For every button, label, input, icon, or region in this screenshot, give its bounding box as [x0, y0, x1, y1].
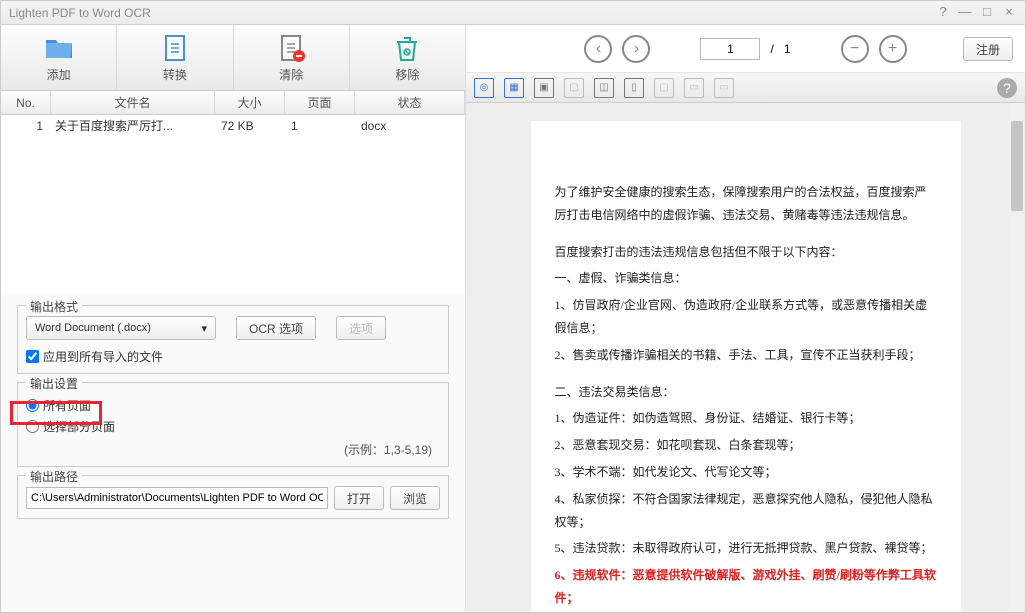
- output-path-legend: 输出路径: [26, 468, 82, 485]
- convert-button[interactable]: 转换: [117, 25, 233, 90]
- view-grid-icon[interactable]: ▦: [504, 78, 524, 98]
- doc-s1b: 1、仿冒政府/企业官网、伪造政府/企业联系方式等，或恶意传播相关虚假信息；: [555, 294, 937, 340]
- preview-scrollbar[interactable]: [1009, 103, 1025, 612]
- view-mode-5-icon[interactable]: ◫: [594, 78, 614, 98]
- add-button[interactable]: 添加: [1, 25, 117, 90]
- view-disabled-1-icon: ▢: [564, 78, 584, 98]
- trash-icon: [391, 32, 423, 64]
- col-file[interactable]: 文件名: [51, 91, 215, 114]
- view-disabled-2-icon: ▢: [654, 78, 674, 98]
- doc-p1: 为了维护安全健康的搜索生态，保障搜索用户的合法权益，百度搜索严厉打击电信网络中的…: [555, 181, 937, 227]
- view-mode-6-icon[interactable]: ▯: [624, 78, 644, 98]
- pages-example: (示例：1,3-5,19): [26, 441, 440, 458]
- file-table-header: No. 文件名 大小 页面 状态: [1, 91, 465, 115]
- open-button[interactable]: 打开: [334, 486, 384, 510]
- left-toolbar: 添加 转换 清除 移除: [1, 25, 465, 91]
- partial-pages-radio[interactable]: [26, 420, 39, 433]
- view-disabled-4-icon: ▭: [714, 78, 734, 98]
- ocr-options-button[interactable]: OCR 选项: [236, 316, 316, 340]
- zoom-in-button[interactable]: +: [879, 35, 907, 63]
- doc-s1c: 2、售卖或传播诈骗相关的书籍、手法、工具，宣传不正当获利手段；: [555, 344, 937, 367]
- format-selected: Word Document (.docx): [35, 322, 151, 334]
- output-format-group: 输出格式 Word Document (.docx) ▾ OCR 选项 选项 应…: [17, 305, 449, 374]
- document-icon: [159, 32, 191, 64]
- clear-button[interactable]: 清除: [234, 25, 350, 90]
- zoom-out-button[interactable]: −: [841, 35, 869, 63]
- title-bar: Lighten PDF to Word OCR ? — □ ×: [1, 1, 1025, 25]
- preview-help-icon[interactable]: ?: [997, 78, 1017, 98]
- folder-icon: [43, 32, 75, 64]
- cell-no: 1: [1, 115, 51, 137]
- all-pages-radio[interactable]: [26, 399, 39, 412]
- col-page[interactable]: 页面: [285, 91, 355, 114]
- col-no[interactable]: No.: [1, 91, 51, 114]
- doc-p2: 百度搜索打击的违法违规信息包括但不限于以下内容：: [555, 241, 937, 264]
- doc-s1a: 一、虚假、诈骗类信息：: [555, 267, 937, 290]
- scrollbar-thumb[interactable]: [1011, 121, 1023, 211]
- clear-icon: [275, 32, 307, 64]
- view-disabled-3-icon: ▭: [684, 78, 704, 98]
- view-mode-3-icon[interactable]: ▣: [534, 78, 554, 98]
- view-mode-1-icon[interactable]: ◎: [474, 78, 494, 98]
- convert-label: 转换: [163, 66, 187, 83]
- preview-nav: ‹ › / 1 − + 注册: [466, 25, 1025, 73]
- register-button[interactable]: 注册: [963, 37, 1013, 61]
- clear-label: 清除: [279, 66, 303, 83]
- output-path-group: 输出路径 打开 浏览: [17, 475, 449, 519]
- partial-pages-label: 选择部分页面: [43, 418, 115, 435]
- page-number-input[interactable]: [700, 38, 760, 60]
- browse-button[interactable]: 浏览: [390, 486, 440, 510]
- add-label: 添加: [47, 66, 71, 83]
- doc-s2c: 2、恶意套现交易：如花呗套现、白条套现等；: [555, 434, 937, 457]
- cell-status: docx: [355, 115, 465, 137]
- page-sep: /: [770, 42, 773, 56]
- cell-page: 1: [285, 115, 355, 137]
- apply-all-label: 应用到所有导入的文件: [43, 348, 163, 365]
- page-total: 1: [784, 42, 791, 56]
- prev-page-button[interactable]: ‹: [584, 35, 612, 63]
- output-settings-group: 输出设置 所有页面 选择部分页面 (示例：1,3-5,19): [17, 382, 449, 467]
- output-settings-legend: 输出设置: [26, 375, 82, 392]
- all-pages-label: 所有页面: [43, 397, 91, 414]
- doc-s2f: 5、违法贷款：未取得政府认可，进行无抵押贷款、黑户贷款、裸贷等；: [555, 537, 937, 560]
- format-select[interactable]: Word Document (.docx) ▾: [26, 316, 216, 340]
- help-icon[interactable]: ?: [935, 5, 951, 21]
- next-page-button[interactable]: ›: [622, 35, 650, 63]
- cell-file: 关于百度搜索严厉打...: [51, 115, 215, 137]
- cell-size: 72 KB: [215, 115, 285, 137]
- file-table-body: 1 关于百度搜索严厉打... 72 KB 1 docx: [1, 115, 465, 295]
- doc-s2b: 1、伪造证件：如伪造驾照、身份证、结婚证、银行卡等；: [555, 407, 937, 430]
- doc-s2g: 6、违规软件：恶意提供软件破解版、游戏外挂、刷赞/刷粉等作弊工具软件；: [555, 564, 937, 610]
- remove-label: 移除: [395, 66, 419, 83]
- apply-all-checkbox[interactable]: [26, 350, 39, 363]
- chevron-down-icon: ▾: [201, 322, 207, 335]
- close-icon[interactable]: ×: [1001, 5, 1017, 21]
- doc-s2d: 3、学术不端：如代发论文、代写论文等；: [555, 461, 937, 484]
- col-status[interactable]: 状态: [355, 91, 465, 114]
- preview-toolbar: ◎ ▦ ▣ ▢ ◫ ▯ ▢ ▭ ▭ ?: [466, 73, 1025, 103]
- remove-button[interactable]: 移除: [350, 25, 465, 90]
- col-size[interactable]: 大小: [215, 91, 285, 114]
- preview-pane: 为了维护安全健康的搜索生态，保障搜索用户的合法权益，百度搜索严厉打击电信网络中的…: [466, 103, 1025, 612]
- output-format-legend: 输出格式: [26, 298, 82, 315]
- options-button: 选项: [336, 316, 386, 340]
- maximize-icon[interactable]: □: [979, 5, 995, 21]
- minimize-icon[interactable]: —: [957, 5, 973, 21]
- table-row[interactable]: 1 关于百度搜索严厉打... 72 KB 1 docx: [1, 115, 465, 137]
- window-title: Lighten PDF to Word OCR: [9, 6, 929, 20]
- doc-s2e: 4、私家侦探：不符合国家法律规定，恶意探究他人隐私，侵犯他人隐私权等；: [555, 488, 937, 534]
- doc-s2a: 二、违法交易类信息：: [555, 381, 937, 404]
- output-path-input[interactable]: [26, 487, 328, 509]
- preview-page: 为了维护安全健康的搜索生态，保障搜索用户的合法权益，百度搜索严厉打击电信网络中的…: [531, 121, 961, 612]
